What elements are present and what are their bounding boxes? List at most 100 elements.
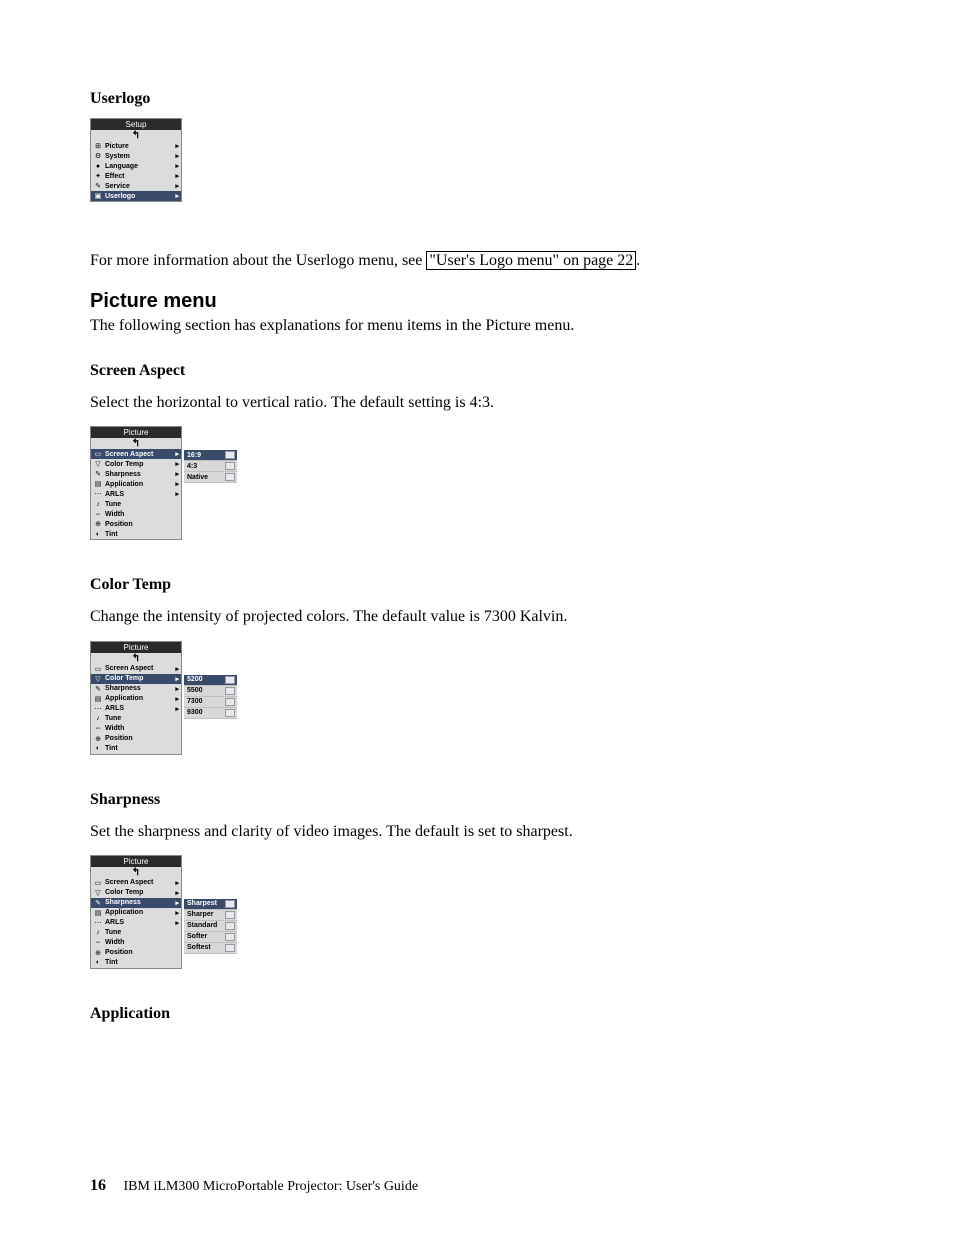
osd-item[interactable]: ⇔Width <box>91 938 181 948</box>
menu-item-icon: ⚙ <box>93 152 103 160</box>
menu-item-icon: ◐ <box>93 745 103 753</box>
osd-sub-item[interactable]: Softest <box>184 943 237 954</box>
users-logo-link[interactable]: "User's Logo menu" on page 22 <box>426 251 636 270</box>
menu-item-icon: ⊕ <box>93 735 103 743</box>
submenu-arrow-icon: ▸ <box>175 480 179 488</box>
page-number: 16 <box>90 1177 106 1194</box>
menu-item-icon: ✎ <box>93 685 103 693</box>
color-temp-submenu: 5200 550073009300 <box>184 675 237 719</box>
osd-item[interactable]: ◐Tint <box>91 958 181 968</box>
osd-title: Setup <box>91 119 181 130</box>
osd-item[interactable]: ♪Tune <box>91 928 181 938</box>
osd-sub-item-label: Softer <box>187 933 207 940</box>
osd-item-label: Position <box>103 735 179 742</box>
osd-item[interactable]: ▤Application▸ <box>91 908 181 918</box>
checkbox-icon <box>225 922 235 930</box>
osd-item[interactable]: ▭Screen Aspect▸ <box>91 878 181 888</box>
checkbox-icon <box>225 911 235 919</box>
osd-item-label: Tune <box>103 715 179 722</box>
osd-item-label: Sharpness <box>103 899 175 906</box>
osd-item[interactable]: ✎Sharpness▸ <box>91 469 181 479</box>
sharpness-heading: Sharpness <box>90 791 894 809</box>
submenu-arrow-icon: ▸ <box>175 909 179 917</box>
menu-item-icon: ⋯ <box>93 919 103 927</box>
osd-item[interactable]: ▤Application▸ <box>91 479 181 489</box>
menu-item-icon: ⇔ <box>93 725 103 733</box>
osd-item[interactable]: ⇔Width <box>91 509 181 519</box>
osd-item-label: ARLS <box>103 491 175 498</box>
menu-item-icon: ◐ <box>93 959 103 967</box>
osd-item[interactable]: ⊕Position <box>91 519 181 529</box>
back-arrow-icon: ↰ <box>132 869 140 877</box>
osd-item-label: Position <box>103 521 179 528</box>
menu-item-icon: ◐ <box>93 530 103 538</box>
checkbox-icon <box>225 462 235 470</box>
osd-sub-item[interactable]: Softer <box>184 932 237 943</box>
osd-item[interactable]: ✎Sharpness▸ <box>91 684 181 694</box>
osd-sub-item-label: Native <box>187 474 208 481</box>
submenu-arrow-icon: ▸ <box>175 182 179 190</box>
osd-item-label: Application <box>103 481 175 488</box>
osd-sub-item[interactable]: 9300 <box>184 708 237 719</box>
osd-sub-item[interactable]: 5200 <box>184 675 237 686</box>
osd-sub-item[interactable]: 4:3 <box>184 461 237 472</box>
osd-sub-item-label: 16:9 <box>187 452 201 459</box>
osd-item[interactable]: ⊕Position <box>91 734 181 744</box>
osd-sub-item[interactable]: Sharper <box>184 910 237 921</box>
osd-item[interactable]: ●Language▸ <box>91 161 181 171</box>
osd-item[interactable]: ▣Userlogo▸ <box>91 191 181 201</box>
osd-item[interactable]: ▭Screen Aspect▸ <box>91 664 181 674</box>
menu-item-icon: ⋯ <box>93 490 103 498</box>
osd-item[interactable]: ⋯ARLS▸ <box>91 704 181 714</box>
menu-item-icon: ▽ <box>93 889 103 897</box>
menu-item-icon: ▽ <box>93 675 103 683</box>
back-arrow-icon: ↰ <box>132 655 140 663</box>
osd-item[interactable]: ◐Tint <box>91 529 181 539</box>
submenu-arrow-icon: ▸ <box>175 192 179 200</box>
osd-back-row[interactable]: ↰ <box>91 438 181 449</box>
osd-back-row[interactable]: ↰ <box>91 130 181 141</box>
osd-item[interactable]: ▭Screen Aspect▸ <box>91 449 181 459</box>
osd-sub-item-label: Sharper <box>187 911 213 918</box>
menu-item-icon: ⊕ <box>93 949 103 957</box>
checkbox-icon <box>225 698 235 706</box>
picture-osd-color-temp: Picture ↰ ▭Screen Aspect▸▽Color Temp▸✎Sh… <box>90 641 182 755</box>
menu-item-icon: ⊞ <box>93 142 103 150</box>
sharpness-submenu: SharpestSharper StandardSofter Softest <box>184 899 237 954</box>
osd-sub-item[interactable]: 7300 <box>184 697 237 708</box>
submenu-arrow-icon: ▸ <box>175 705 179 713</box>
osd-item-label: Tint <box>103 531 179 538</box>
osd-item-label: Tune <box>103 929 179 936</box>
osd-sub-item[interactable]: 5500 <box>184 686 237 697</box>
osd-back-row[interactable]: ↰ <box>91 653 181 664</box>
osd-item[interactable]: ⚙System▸ <box>91 151 181 161</box>
checkbox-icon <box>225 944 235 952</box>
osd-item[interactable]: ⇔Width <box>91 724 181 734</box>
osd-item[interactable]: ▽Color Temp▸ <box>91 459 181 469</box>
osd-item-label: Effect <box>103 173 175 180</box>
osd-item[interactable]: ✦Effect▸ <box>91 171 181 181</box>
osd-item[interactable]: ▽Color Temp▸ <box>91 674 181 684</box>
osd-item[interactable]: ▽Color Temp▸ <box>91 888 181 898</box>
osd-sub-item[interactable]: Native <box>184 472 237 483</box>
osd-item[interactable]: ♪Tune <box>91 499 181 509</box>
osd-sub-item[interactable]: Standard <box>184 921 237 932</box>
osd-sub-item[interactable]: Sharpest <box>184 899 237 910</box>
osd-item[interactable]: ✎Service▸ <box>91 181 181 191</box>
menu-item-icon: ⇔ <box>93 510 103 518</box>
osd-item[interactable]: ⊞Picture▸ <box>91 141 181 151</box>
osd-item[interactable]: ▤Application▸ <box>91 694 181 704</box>
osd-sub-item-label: 5200 <box>187 676 203 683</box>
osd-item[interactable]: ⋯ARLS▸ <box>91 918 181 928</box>
osd-item-label: Width <box>103 511 179 518</box>
osd-sub-item[interactable]: 16:9 <box>184 450 237 461</box>
osd-item[interactable]: ♪Tune <box>91 714 181 724</box>
osd-item-label: Sharpness <box>103 471 175 478</box>
osd-item[interactable]: ⋯ARLS▸ <box>91 489 181 499</box>
osd-item[interactable]: ◐Tint <box>91 744 181 754</box>
osd-item[interactable]: ⊕Position <box>91 948 181 958</box>
osd-back-row[interactable]: ↰ <box>91 867 181 878</box>
osd-item[interactable]: ✎Sharpness▸ <box>91 898 181 908</box>
menu-item-icon: ⋯ <box>93 705 103 713</box>
osd-item-label: Service <box>103 183 175 190</box>
